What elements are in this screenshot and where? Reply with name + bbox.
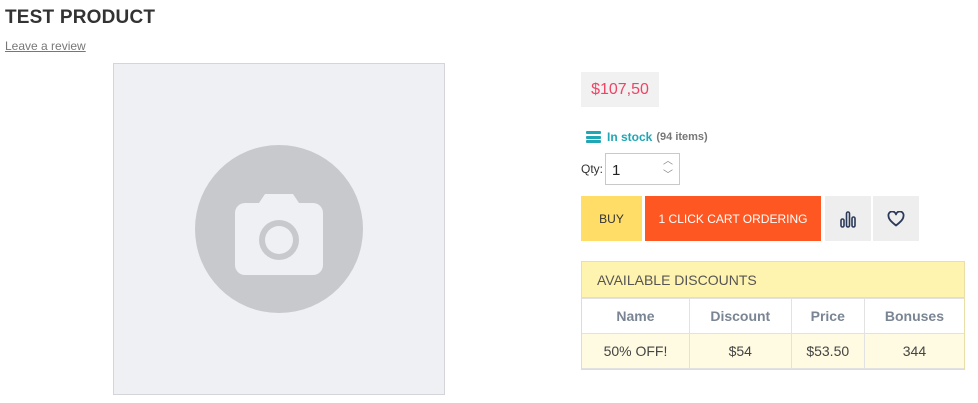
table-row: 50% OFF! $54 $53.50 344 (582, 333, 964, 369)
column-header-price: Price (790, 298, 865, 334)
leave-review-link[interactable]: Leave a review (5, 39, 86, 53)
chevron-up-icon[interactable]: ︿ (663, 156, 673, 168)
quantity-label: Qty: (581, 162, 604, 176)
list-icon (586, 131, 601, 143)
product-image-placeholder[interactable] (113, 63, 445, 395)
discounts-title: AVAILABLE DISCOUNTS (582, 262, 964, 298)
wishlist-button[interactable] (873, 196, 919, 241)
discounts-panel: AVAILABLE DISCOUNTS Name Discount Price … (581, 261, 965, 370)
column-header-name: Name (582, 298, 690, 334)
quantity-value[interactable]: 1 (612, 162, 620, 179)
one-click-order-button[interactable]: 1 CLICK CART ORDERING (645, 196, 821, 241)
compare-button[interactable] (825, 196, 871, 241)
buy-button[interactable]: BUY (581, 196, 642, 241)
discount-price-cell: $53.50 (790, 333, 865, 369)
product-price: $107,50 (581, 72, 659, 107)
chevron-down-icon[interactable]: ﹀ (663, 170, 673, 182)
camera-icon (195, 145, 363, 313)
discount-amount-cell: $54 (688, 333, 792, 369)
column-header-bonuses: Bonuses (863, 298, 964, 334)
bar-chart-icon (840, 210, 856, 228)
product-title: TEST PRODUCT (5, 7, 156, 28)
heart-icon (887, 210, 905, 226)
column-header-discount: Discount (688, 298, 792, 334)
stock-status: In stock (94 items) (586, 130, 708, 144)
stock-count: (94 items) (656, 131, 708, 143)
discounts-table: Name Discount Price Bonuses 50% OFF! $54… (582, 298, 964, 369)
discount-bonuses-cell: 344 (863, 333, 964, 369)
stock-label: In stock (607, 130, 653, 144)
discount-name-cell: 50% OFF! (582, 333, 690, 369)
quantity-stepper[interactable]: 1 ︿ ﹀ (605, 153, 680, 185)
